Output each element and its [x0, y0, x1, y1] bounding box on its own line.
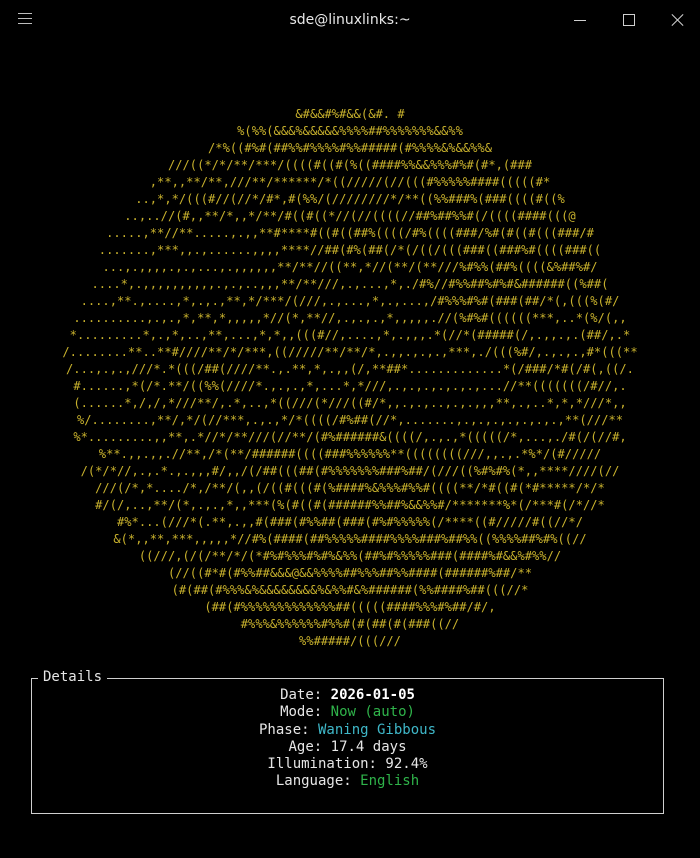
moon-art-line: ..........,.,.,*,**,*,,,,,*//(*,**//,.,.…	[73, 311, 627, 325]
window-title: sde@linuxlinks:~	[289, 12, 411, 28]
detail-label: Language:	[275, 773, 361, 790]
detail-value: Now (auto)	[330, 704, 415, 721]
moon-art-line: (#(##(#%%%&%&&&&&&&&%&%%#&%######(%%####…	[171, 583, 529, 597]
moon-art-line: %*.........,,**,.*//*/**///(//**/(#%####…	[73, 430, 627, 444]
maximize-icon[interactable]	[621, 12, 637, 28]
detail-row: Illumination: 92.4%	[32, 756, 663, 773]
moon-art-line: #%%%&%%%%%%#%%#(#(##(#(###((//	[240, 617, 460, 631]
moon-art-line: %**.,,.,,.//**,/*(**/######((((###%%%%%%…	[98, 447, 602, 461]
details-rows: Date: 2026-01-05 Mode: Now (auto) Phase: W…	[32, 687, 663, 791]
minimize-icon[interactable]	[572, 12, 588, 28]
moon-art-line: ..,*,*/(((#//(//*/#*,#(%%/(////////*/**(…	[135, 192, 565, 206]
moon-art-line: .....,**//**.....,.,,**#****#((#((##%(((…	[106, 226, 594, 240]
moon-art-line: &#&&#%#&&(&#. #	[295, 107, 405, 121]
moon-art-line: #/(/,..,**/(*,.,.,*,,***(%(#((#(######%%…	[95, 498, 605, 512]
moon-art-line: ((///,(/(/**/*/(*#%#%%%#%#%&%%(##%#%%%%%…	[138, 549, 562, 563]
detail-label: Phase:	[258, 721, 318, 738]
moon-art-line: (......*,/,/,*///**/,.*,..,*((///(*///((…	[73, 396, 627, 410]
moon-art-line: ///(/*,*..../*,/**/(,,(/((#(((#(%####%&%…	[95, 481, 605, 495]
detail-label: Mode:	[280, 704, 331, 721]
moon-art-line: %(%%(&&&%&&&&&%%%%##%%%%%%%&&%%	[237, 124, 463, 138]
detail-row: Date: 2026-01-05	[32, 687, 663, 704]
detail-label: Age:	[288, 738, 331, 755]
moon-art-line: %%#####/(((///	[299, 634, 401, 648]
moon-art-line: (//((#*#(#%%##&&&@&&%%%%##%%%##%%####(##…	[167, 566, 533, 580]
detail-row: Phase: Waning Gibbous	[32, 722, 663, 739]
moon-art-line: ....,**.,....,*,.,.,**,*/***/(///,.,...,…	[80, 294, 620, 308]
moon-art-line: .......,***,,.,......,,,,****//##(#%(##(…	[98, 243, 602, 257]
moon-art-line: /*%((#%#(##%%#%%%%#%%#####(#%%%%&%&&%%&	[208, 141, 492, 155]
moon-ascii-art: &#&&#%#&&(&#. # %(%%(&&&%&&&&&%%%%##%%%%%…	[0, 106, 700, 650]
detail-value: 2026-01-05	[330, 687, 415, 703]
detail-value: 92.4%	[385, 756, 428, 773]
detail-row: Mode: Now (auto)	[32, 704, 663, 721]
moon-art-line: #%*...(///*(.**,.,,#(###(#%%##(###(#%#%%…	[117, 515, 583, 529]
title-bar: sde@linuxlinks:~	[0, 0, 700, 40]
moon-art-line: ....*,.,,,,,,,,,,.,.,..,,,**/**///,.,...…	[91, 277, 609, 291]
moon-art-line: %/........,**/,*/(//***,.,.,*/*((((/#%##…	[76, 413, 624, 427]
moon-art-line: /........**..**#////**/*/***,((/////**/*…	[62, 345, 638, 359]
detail-row: Language: English	[32, 773, 663, 790]
moon-art-line: (##(#%%%%%%%%%%%%%##(((((####%%%#%##/#/,	[204, 600, 496, 614]
detail-label: Date:	[280, 687, 331, 703]
details-panel: Details Date: 2026-01-05 Mode: Now (auto)…	[31, 669, 664, 814]
detail-value: English	[360, 773, 420, 790]
moon-art-line: ///((*/*/**/***/((((#((#(%((####%%&&%%%#…	[167, 158, 533, 172]
details-title: Details	[38, 669, 108, 685]
moon-art-line: ...,.,,,,.,.,...,.,,,,,,**/**//((**,*//(…	[102, 260, 598, 274]
detail-label: Illumination:	[267, 756, 386, 773]
moon-art-line: /...,.,.,///*.*(((/##(////**.,.**,*,.,,(…	[66, 362, 634, 376]
moon-art-line: #......,*(/*.**/((%%(////*.,.,.,*,...*,*…	[73, 379, 627, 393]
detail-value: 17.4 days	[330, 738, 407, 755]
close-icon[interactable]	[670, 12, 686, 28]
moon-art-line: *.........*,.,*,..,**,...,*,*,,(((#//,..…	[69, 328, 631, 342]
moon-art-line: /(*/*//,.,.*.,.,,,#/,,/(/##(((##(#%%%%%%…	[80, 464, 620, 478]
detail-value: Waning Gibbous	[318, 721, 437, 738]
moon-art-line: ..,..//(#,,**/*,,*/**/#((#((*//(//((((//…	[124, 209, 576, 223]
moon-art-line: &(*,,**,***,,,,,*//#%(####(##%%%%%####%%…	[113, 532, 587, 546]
moon-art-line: ,**,,**/**,///**/******/*((/////(//(((#%…	[149, 175, 551, 189]
detail-row: Age: 17.4 days	[32, 739, 663, 756]
